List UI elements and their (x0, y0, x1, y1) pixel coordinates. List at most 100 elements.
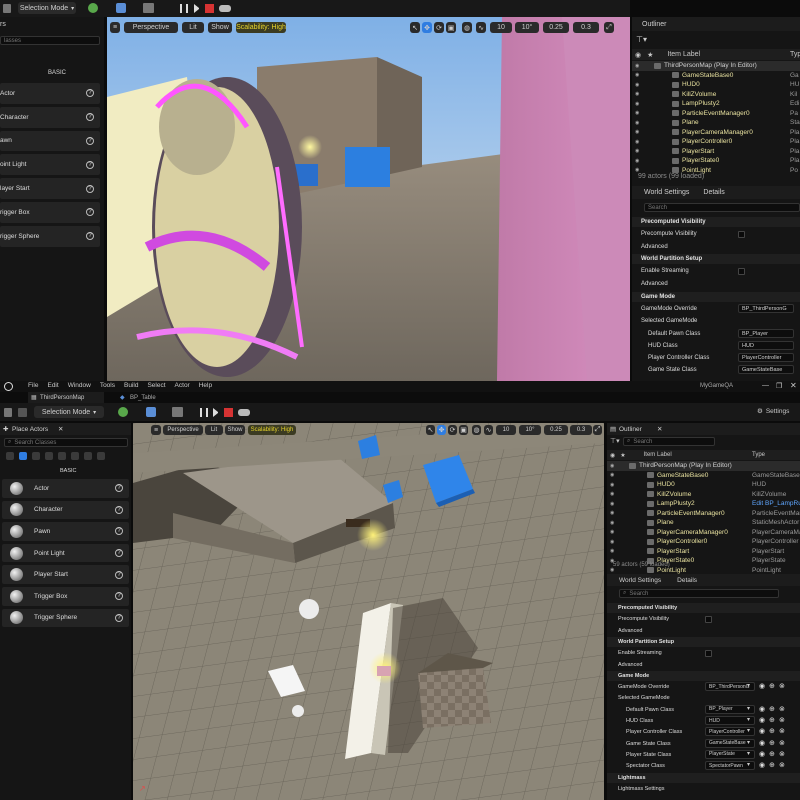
enable-streaming-checkbox[interactable] (705, 650, 712, 658)
row-eye-icon[interactable]: ◉ (610, 548, 614, 554)
outliner-filter-icon[interactable]: ⊤▾ (610, 437, 620, 445)
lightmass-settings-label[interactable]: Lightmass Settings (618, 786, 664, 792)
menu-item-build[interactable]: Build (124, 382, 138, 389)
bottom-grid-snap-button[interactable]: 10 (496, 425, 516, 435)
stop-icon[interactable] (205, 4, 214, 13)
bottom-lit-button[interactable]: Lit (205, 425, 223, 435)
top-perspective-button[interactable]: Perspective (124, 22, 178, 33)
bottom-viewport-menu-button[interactable]: ≡ (151, 425, 161, 435)
top-advanced-label[interactable]: Advanced (641, 244, 668, 250)
player-state-reset-icon[interactable]: ⊗ (779, 750, 785, 758)
top-details-tab[interactable]: Details (703, 189, 724, 196)
bottom-actor-item[interactable]: Point Light? (2, 543, 129, 563)
player-controller-chevron-icon[interactable]: ▾ (747, 727, 750, 734)
top-translate-icon[interactable]: ✥ (422, 22, 432, 33)
bottom-add-icon[interactable] (118, 407, 128, 417)
top-rot-snap-button[interactable]: 10° (515, 22, 539, 33)
game-state-edit-icon[interactable]: ⊕ (769, 739, 775, 747)
row-eye-icon[interactable]: ◉ (610, 520, 614, 526)
top-outliner-filter-icon[interactable]: ⊤▾ (636, 35, 647, 44)
gamepad-icon[interactable] (219, 5, 231, 12)
restore-icon[interactable]: ❐ (776, 382, 782, 390)
top-row-eye-icon[interactable]: ◉ (635, 91, 639, 97)
top-selected-gm-label[interactable]: Selected GameMode (641, 318, 697, 324)
outliner-row[interactable]: ◉ Plane StaticMeshActor (607, 518, 800, 528)
bottom-help-icon[interactable]: ? (115, 549, 123, 558)
sec-precomputed[interactable]: Precomputed Visibility (607, 603, 800, 613)
top-eye-icon[interactable]: ◉ (635, 51, 641, 59)
row-eye-icon[interactable]: ◉ (610, 491, 614, 497)
top-sec-game-mode[interactable]: Game Mode (632, 292, 800, 302)
gm-override-browse-icon[interactable]: ◉ (759, 682, 765, 690)
top-outliner-row[interactable]: ◉ PlayerState0 Pla (632, 156, 800, 166)
top-gm-override-select[interactable]: BP_ThirdPersonG (738, 304, 794, 313)
bottom-select-mode-icon[interactable]: ↖ (426, 425, 435, 435)
top-viewport[interactable]: ≡ Perspective Lit Show Scalability: High… (107, 17, 630, 381)
row-eye-icon[interactable]: ◉ (610, 472, 614, 478)
bottom-actor-item[interactable]: Trigger Sphere? (2, 608, 129, 628)
top-scale-snap-button[interactable]: 0.25 (543, 22, 569, 33)
bottom-cinematics-icon[interactable] (172, 407, 183, 417)
player-controller-browse-icon[interactable]: ◉ (759, 727, 765, 735)
gm-override-edit-icon[interactable]: ⊕ (769, 682, 775, 690)
top-maximize-icon[interactable]: ⤢ (604, 22, 614, 33)
gm-override-reset-icon[interactable]: ⊗ (779, 682, 785, 690)
precompute-checkbox[interactable] (705, 616, 712, 624)
top-scalability-button[interactable]: Scalability: High (236, 22, 286, 33)
hud-chevron-icon[interactable]: ▾ (747, 716, 750, 723)
bottom-help-icon[interactable]: ? (115, 484, 123, 493)
top-actor-item[interactable]: Character? (0, 106, 100, 128)
menu-item-tools[interactable]: Tools (100, 382, 115, 389)
visual-effects-icon[interactable] (71, 452, 79, 460)
top-select-mode-icon[interactable]: ↖ (410, 22, 420, 33)
basic-icon[interactable] (19, 452, 27, 460)
bottom-maximize-icon[interactable]: ⤢ (593, 425, 602, 435)
pause-icon[interactable] (180, 4, 188, 13)
top-world-settings-tab[interactable]: World Settings (644, 189, 689, 196)
outliner-row[interactable]: ◉ PlayerController0 PlayerController (607, 537, 800, 547)
hud-edit-icon[interactable]: ⊕ (769, 716, 775, 724)
cinematic-icon[interactable] (58, 452, 66, 460)
bottom-help-icon[interactable]: ? (115, 570, 123, 579)
shapes-icon[interactable] (45, 452, 53, 460)
top-outliner-row[interactable]: ◉ Plane Sta (632, 118, 800, 128)
menu-item-window[interactable]: Window (68, 382, 91, 389)
bottom-stop-icon[interactable] (224, 408, 233, 417)
top-row-eye-icon[interactable]: ◉ (635, 158, 639, 164)
player-controller-reset-icon[interactable]: ⊗ (779, 727, 785, 735)
bottom-help-icon[interactable]: ? (115, 592, 123, 601)
bottom-actor-item[interactable]: Character? (2, 500, 129, 520)
pawn-edit-icon[interactable]: ⊕ (769, 705, 775, 713)
cinematics-icon[interactable] (143, 3, 154, 13)
recent-icon[interactable] (6, 452, 14, 460)
top-help-icon[interactable]: ? (86, 232, 94, 241)
row-eye-icon[interactable]: ◉ (610, 463, 614, 469)
top-grid-snap-button[interactable]: 10 (490, 22, 512, 33)
top-row-eye-icon[interactable]: ◉ (635, 72, 639, 78)
top-viewport-menu-button[interactable]: ≡ (110, 22, 120, 33)
save-icon[interactable] (3, 4, 11, 13)
unreal-logo-icon[interactable] (4, 382, 13, 391)
sec-world-partition[interactable]: World Partition Setup (607, 636, 800, 647)
game-state-reset-icon[interactable]: ⊗ (779, 739, 785, 747)
bottom-show-button[interactable]: Show (225, 425, 245, 435)
hud-reset-icon[interactable]: ⊗ (779, 716, 785, 724)
top-precompute-checkbox[interactable] (738, 231, 745, 238)
top-outliner-row[interactable]: ◉ LampPlusty2 Edi (632, 99, 800, 109)
add-content-icon[interactable] (88, 3, 98, 13)
top-row-eye-icon[interactable]: ◉ (635, 63, 639, 69)
top-outliner-row[interactable]: ◉ KillZVolume Kil (632, 90, 800, 100)
top-world-icon[interactable]: ◍ (462, 22, 472, 33)
place-actors-tab[interactable]: ✚ Place Actors ✕ (0, 423, 131, 435)
top-sec-world-partition[interactable]: World Partition Setup (632, 254, 800, 264)
bottom-skip-icon[interactable] (213, 408, 219, 417)
outliner-row[interactable]: ◉ GameStateBase0 GameStateBase (607, 471, 800, 481)
bottom-viewport[interactable]: ↗ ≡ Perspective Lit Show Scalability: Hi… (133, 423, 604, 800)
top-outliner-row[interactable]: ◉ ThirdPersonMap (Play In Editor) (632, 61, 800, 71)
top-pc-select[interactable]: PlayerController (738, 353, 794, 362)
sec-lightmass[interactable]: Lightmass (607, 772, 800, 783)
search-classes-input[interactable]: ⌕ Search Classes (4, 438, 128, 447)
bottom-source-icon[interactable] (18, 408, 27, 417)
top-actor-item[interactable]: rigger Box? (0, 202, 100, 223)
sec-game-mode[interactable]: Game Mode (607, 670, 800, 681)
